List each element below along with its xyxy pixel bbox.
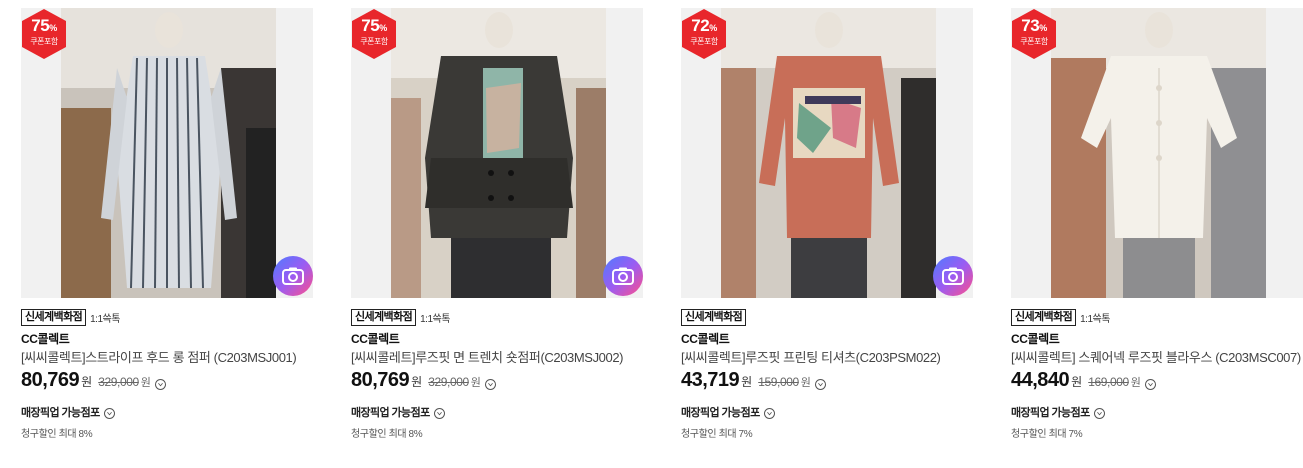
product-image[interactable]: [61, 8, 276, 298]
store-badge[interactable]: 신세계백화점: [351, 309, 417, 326]
chevron-down-circle-icon[interactable]: [1144, 379, 1156, 390]
original-price: 329,000: [428, 375, 469, 389]
percent-sign: %: [709, 23, 717, 33]
product-card[interactable]: 75% 쿠폰포함 신세계백화점 1:1쓱톡 CC콜렉트 [씨씨콜렉트]스트라이프…: [21, 8, 313, 440]
product-name[interactable]: [씨씨콜렉트]스트라이프 후드 롱 점퍼 (C203MSJ001): [21, 349, 311, 367]
pickup-label: 매장픽업 가능점포: [21, 407, 100, 419]
currency-unit: 원: [800, 377, 811, 389]
chevron-down-circle-icon[interactable]: [154, 379, 166, 390]
product-grid: 75% 쿠폰포함 신세계백화점 1:1쓱톡 CC콜렉트 [씨씨콜렉트]스트라이프…: [0, 0, 1303, 468]
product-tags: 신세계백화점 1:1쓱톡: [1011, 309, 1303, 326]
chat-tag[interactable]: 1:1쓱톡: [420, 310, 450, 325]
sale-price: 43,719: [681, 369, 740, 391]
store-pickup[interactable]: 매장픽업 가능점포: [1011, 405, 1303, 419]
chevron-down-circle-icon[interactable]: [484, 379, 496, 390]
camera-icon[interactable]: [603, 256, 643, 296]
pickup-label: 매장픽업 가능점포: [351, 407, 430, 419]
camera-icon[interactable]: [273, 256, 313, 296]
discount-badge: 75% 쿠폰포함: [351, 8, 397, 60]
card-discount: 청구할인 최대 8%: [351, 429, 423, 440]
product-image[interactable]: [391, 8, 606, 298]
currency-unit: 원: [1071, 375, 1083, 389]
card-discount: 청구할인 최대 7%: [681, 429, 753, 440]
store-pickup[interactable]: 매장픽업 가능점포: [351, 405, 643, 419]
brand-name[interactable]: CC콜렉트: [681, 332, 973, 347]
chevron-down-circle-icon[interactable]: [103, 407, 115, 419]
currency-unit: 원: [470, 377, 481, 389]
product-card[interactable]: 75% 쿠폰포함 신세계백화점 1:1쓱톡 CC콜렉트 [씨씨콜레트]루즈핏 면…: [351, 8, 643, 440]
product-name[interactable]: [씨씨콜레트]루즈핏 면 트렌치 숏점퍼(C203MSJ002): [351, 349, 641, 367]
store-badge[interactable]: 신세계백화점: [21, 309, 87, 326]
percent-sign: %: [379, 23, 387, 33]
product-card[interactable]: 73% 쿠폰포함 신세계백화점 1:1쓱톡 CC콜렉트 [씨씨콜렉트] 스퀘어넥…: [1011, 8, 1303, 440]
discount-percent: 75: [361, 16, 380, 35]
camera-icon[interactable]: [933, 256, 973, 296]
chevron-down-circle-icon[interactable]: [763, 407, 775, 419]
chevron-down-circle-icon[interactable]: [814, 379, 826, 390]
card-discount: 청구할인 최대 7%: [1011, 429, 1083, 440]
original-price: 159,000: [758, 375, 799, 389]
discount-badge: 73% 쿠폰포함: [1011, 8, 1057, 60]
chat-tag[interactable]: 1:1쓱톡: [1080, 310, 1110, 325]
coupon-label: 쿠폰포함: [690, 37, 718, 46]
coupon-label: 쿠폰포함: [30, 37, 58, 46]
product-thumbnail[interactable]: 75% 쿠폰포함: [351, 8, 643, 298]
product-tags: 신세계백화점 1:1쓱톡: [21, 309, 313, 326]
product-image[interactable]: [1051, 8, 1266, 298]
chevron-down-circle-icon[interactable]: [1093, 407, 1105, 419]
percent-sign: %: [1039, 23, 1047, 33]
sale-price: 80,769: [21, 369, 80, 391]
chat-tag[interactable]: 1:1쓱톡: [90, 310, 120, 325]
discount-badge: 72% 쿠폰포함: [681, 8, 727, 60]
discount-percent: 72: [691, 16, 710, 35]
chevron-down-circle-icon[interactable]: [433, 407, 445, 419]
currency-unit: 원: [741, 375, 753, 389]
product-thumbnail[interactable]: 72% 쿠폰포함: [681, 8, 973, 298]
original-price: 329,000: [98, 375, 139, 389]
currency-unit: 원: [140, 377, 151, 389]
store-badge[interactable]: 신세계백화점: [681, 309, 747, 326]
store-badge[interactable]: 신세계백화점: [1011, 309, 1077, 326]
product-tags: 신세계백화점 1:1쓱톡: [351, 309, 643, 326]
price-row: 80,769 원 329,000 원: [21, 369, 313, 395]
product-image[interactable]: [721, 8, 936, 298]
product-card[interactable]: 72% 쿠폰포함 신세계백화점 CC콜렉트 [씨씨콜렉트]루즈핏 프린팅 티셔츠…: [681, 8, 973, 440]
coupon-label: 쿠폰포함: [360, 37, 388, 46]
brand-name[interactable]: CC콜렉트: [21, 332, 313, 347]
store-pickup[interactable]: 매장픽업 가능점포: [681, 405, 973, 419]
currency-unit: 원: [1130, 377, 1141, 389]
brand-name[interactable]: CC콜렉트: [351, 332, 643, 347]
original-price: 169,000: [1088, 375, 1129, 389]
currency-unit: 원: [81, 375, 93, 389]
sale-price: 44,840: [1011, 369, 1070, 391]
pickup-label: 매장픽업 가능점포: [681, 407, 760, 419]
price-row: 43,719 원 159,000 원: [681, 369, 973, 395]
percent-sign: %: [49, 23, 57, 33]
product-name[interactable]: [씨씨콜렉트] 스퀘어넥 루즈핏 블라우스 (C203MSC007): [1011, 349, 1301, 367]
card-discount: 청구할인 최대 8%: [21, 429, 93, 440]
currency-unit: 원: [411, 375, 423, 389]
store-pickup[interactable]: 매장픽업 가능점포: [21, 405, 313, 419]
price-row: 44,840 원 169,000 원: [1011, 369, 1303, 395]
product-thumbnail[interactable]: 75% 쿠폰포함: [21, 8, 313, 298]
pickup-label: 매장픽업 가능점포: [1011, 407, 1090, 419]
discount-badge: 75% 쿠폰포함: [21, 8, 67, 60]
brand-name[interactable]: CC콜렉트: [1011, 332, 1303, 347]
discount-percent: 73: [1021, 16, 1040, 35]
product-thumbnail[interactable]: 73% 쿠폰포함: [1011, 8, 1303, 298]
coupon-label: 쿠폰포함: [1020, 37, 1048, 46]
price-row: 80,769 원 329,000 원: [351, 369, 643, 395]
product-tags: 신세계백화점: [681, 309, 973, 326]
product-name[interactable]: [씨씨콜렉트]루즈핏 프린팅 티셔츠(C203PSM022): [681, 349, 971, 367]
sale-price: 80,769: [351, 369, 410, 391]
discount-percent: 75: [31, 16, 50, 35]
